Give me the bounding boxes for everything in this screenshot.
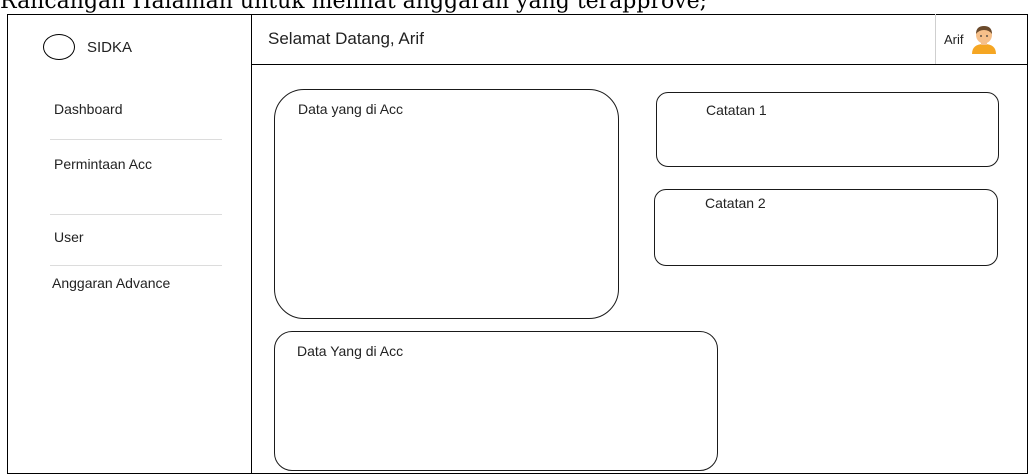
- sidebar-item-label: User: [54, 229, 84, 245]
- card-title: Catatan 1: [706, 102, 767, 118]
- card-title: Data Yang di Acc: [297, 343, 404, 359]
- sidebar-divider: [50, 214, 222, 215]
- circle-logo-icon: [43, 34, 75, 60]
- sidebar-item-label: Dashboard: [54, 101, 123, 117]
- brand-name: SIDKA: [87, 38, 133, 56]
- sidebar-divider: [50, 139, 222, 140]
- sidebar-divider: [50, 265, 222, 266]
- user-name: Arif: [944, 31, 964, 47]
- page-caption: Rancangan Halaman untuk melihat anggaran…: [0, 0, 708, 14]
- card-data-acc-bottom: Data Yang di Acc: [274, 331, 718, 471]
- user-avatar-icon: [971, 26, 996, 54]
- sidebar-item-permintaan-acc[interactable]: Permintaan Acc: [54, 153, 174, 176]
- brand[interactable]: SIDKA: [43, 32, 132, 62]
- sidebar-item-label: Permintaan Acc: [54, 156, 153, 172]
- top-header: Selamat Datang, Arif Arif: [252, 14, 1028, 65]
- sidebar-item-anggaran-advance[interactable]: Anggaran Advance: [52, 272, 172, 295]
- user-menu[interactable]: Arif: [935, 14, 1017, 64]
- card-data-acc: Data yang di Acc: [274, 89, 619, 319]
- sidebar-item-dashboard[interactable]: Dashboard: [54, 98, 174, 121]
- sidebar-item-label: Anggaran Advance: [52, 275, 171, 291]
- card-title: Catatan 2: [705, 195, 766, 211]
- welcome-message: Selamat Datang, Arif: [268, 29, 424, 48]
- card-catatan-2: Catatan 2: [654, 189, 998, 266]
- sidebar: SIDKA Dashboard Permintaan Acc User Angg…: [7, 14, 252, 474]
- sidebar-item-user[interactable]: User: [54, 226, 174, 249]
- card-catatan-1: Catatan 1: [656, 92, 999, 167]
- card-title: Data yang di Acc: [298, 101, 404, 117]
